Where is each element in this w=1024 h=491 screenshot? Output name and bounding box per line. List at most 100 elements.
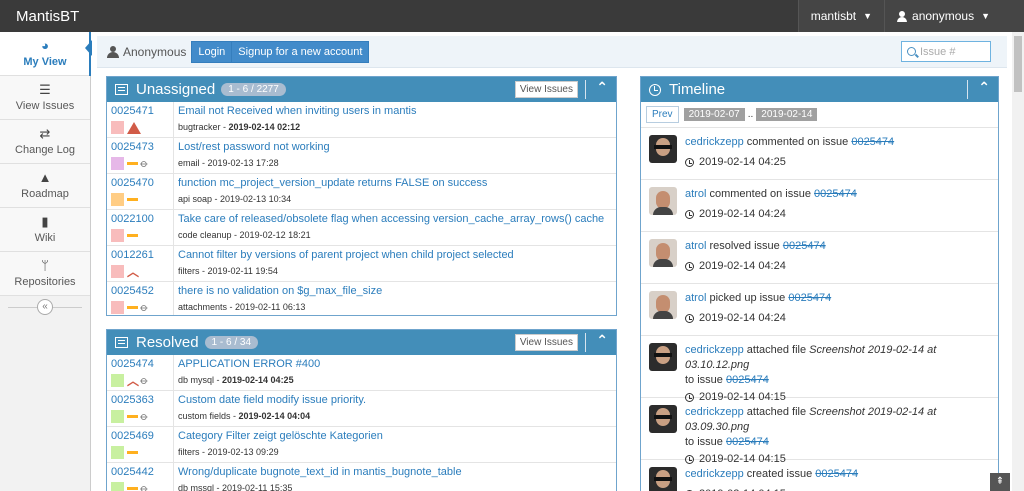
timeline-user-link[interactable]: cedrickzepp	[685, 136, 744, 148]
chevron-up-icon[interactable]: ⌃	[596, 79, 608, 96]
timeline-action: commented on issue	[746, 136, 849, 148]
timeline-issue-link[interactable]: 0025474	[851, 136, 894, 148]
page-scrollbar[interactable]	[1012, 32, 1024, 491]
timeline-body: cedrickzepp commented on issue 0025474 20…	[685, 135, 894, 179]
issue-id-cell: 0025442 ⌀	[107, 463, 174, 491]
avatar[interactable]	[649, 187, 677, 215]
login-button[interactable]: Login	[191, 40, 233, 63]
view-issues-button[interactable]: View Issues	[514, 81, 578, 98]
sidebar-item-change-log[interactable]: ⇄ Change Log	[0, 120, 90, 164]
timeline-issue-link[interactable]: 0025474	[783, 240, 826, 252]
issue-id-link[interactable]: 0025442	[111, 466, 173, 480]
issue-summary-link[interactable]: there is no validation on $g_max_file_si…	[178, 285, 616, 300]
timeline-body: cedrickzepp attached file Screenshot 201…	[685, 343, 998, 403]
prev-button[interactable]: Prev	[646, 106, 679, 123]
timeline-text: cedrickzepp attached file Screenshot 201…	[685, 343, 998, 388]
scrollbar-thumb[interactable]	[1014, 36, 1022, 92]
timeline-user-link[interactable]: atrol	[685, 292, 706, 304]
user-icon	[897, 11, 908, 22]
issue-icons	[111, 119, 173, 136]
timeline-timestamp: 2019-02-14 04:24	[699, 208, 786, 220]
issue-id-link[interactable]: 0025471	[111, 105, 173, 119]
paperclip-icon: ⌀	[137, 374, 151, 388]
issue-icons	[111, 227, 173, 244]
sidebar-item-wiki[interactable]: ▮ Wiki	[0, 208, 90, 252]
chevron-up-icon[interactable]: ⌃	[596, 332, 608, 349]
timeline-user-link[interactable]: cedrickzepp	[685, 468, 744, 480]
scroll-to-top-button[interactable]: ⇞	[990, 473, 1010, 491]
timeline-time: 2019-02-14 04:15	[685, 391, 998, 403]
timeline-issue-link[interactable]: 0025474	[726, 374, 769, 386]
avatar[interactable]	[649, 405, 677, 433]
issue-summary-link[interactable]: Wrong/duplicate bugnote_text_id in manti…	[178, 466, 616, 481]
issue-summary-link[interactable]: Custom date field modify issue priority.	[178, 394, 616, 409]
timeline-issue-link[interactable]: 0025474	[788, 292, 831, 304]
avatar[interactable]	[649, 135, 677, 163]
issue-summary-link[interactable]: APPLICATION ERROR #400	[178, 358, 616, 373]
signup-button[interactable]: Signup for a new account	[232, 40, 370, 63]
issue-summary-link[interactable]: Lost/rest password not working	[178, 141, 616, 156]
timeline-user-link[interactable]: atrol	[685, 188, 706, 200]
sidebar-item-repositories[interactable]: ᛘ Repositories	[0, 252, 90, 296]
timeline-issue-link[interactable]: 0025474	[814, 188, 857, 200]
issue-summary-link[interactable]: Cannot filter by versions of parent proj…	[178, 249, 616, 264]
timeline-body: atrol commented on issue 0025474 2019-02-…	[685, 187, 857, 231]
sidebar-item-roadmap[interactable]: ▲ Roadmap	[0, 164, 90, 208]
issue-icons: ⌀	[111, 480, 173, 491]
issue-id-link[interactable]: 0025470	[111, 177, 173, 191]
avatar[interactable]	[649, 239, 677, 267]
view-issues-button[interactable]: View Issues	[514, 334, 578, 351]
widget-title[interactable]: Unassigned	[136, 81, 215, 98]
issue-search-input[interactable]: Issue #	[901, 41, 991, 62]
timeline-user-link[interactable]: cedrickzepp	[685, 344, 744, 356]
avatar[interactable]	[649, 343, 677, 371]
issue-row: 0025473 ⌀ Lost/rest password not working em…	[107, 138, 616, 174]
avatar[interactable]	[649, 291, 677, 319]
issue-summary-link[interactable]: Email not Received when inviting users i…	[178, 105, 616, 120]
timeline-text: cedrickzepp created issue 0025474	[685, 467, 858, 482]
issue-id-link[interactable]: 0012261	[111, 249, 173, 263]
issue-summary-link[interactable]: Category Filter zeigt gelöschte Kategori…	[178, 430, 616, 445]
minus-icon	[127, 487, 138, 490]
issue-id-link[interactable]: 0025452	[111, 285, 173, 299]
double-chevron-left-icon[interactable]: «	[37, 299, 53, 315]
sidebar-item-label: Repositories	[14, 276, 76, 288]
widget-title[interactable]: Resolved	[136, 334, 199, 351]
chevron-up-icon[interactable]: ⌃	[978, 79, 990, 96]
timeline-user-link[interactable]: atrol	[685, 240, 706, 252]
project-selector[interactable]: mantisbt ▼	[797, 0, 885, 32]
issue-details: Take care of released/obsolete flag when…	[174, 210, 616, 245]
timeline-entry: cedrickzepp attached file Screenshot 201…	[641, 398, 998, 465]
sidebar-item-my-view[interactable]: ◕ My View	[0, 32, 91, 76]
sidebar-collapse: «	[0, 296, 90, 318]
issue-id-link[interactable]: 0025363	[111, 394, 173, 408]
issue-date: 2019-02-13 09:29	[207, 447, 279, 457]
issue-meta: bugtracker - 2019-02-14 02:12	[178, 122, 301, 132]
divider	[967, 80, 968, 99]
issue-category: db mysql	[178, 375, 215, 385]
issue-summary-link[interactable]: function mc_project_version_update retur…	[178, 177, 616, 192]
issue-id-link[interactable]: 0025469	[111, 430, 173, 444]
issue-id-link[interactable]: 0025474	[111, 358, 173, 372]
timeline-action: picked up issue	[709, 292, 786, 304]
timeline-issue-link[interactable]: 0025474	[726, 436, 769, 448]
timeline-issue-link[interactable]: 0025474	[815, 468, 858, 480]
issue-summary-link[interactable]: Take care of released/obsolete flag when…	[178, 213, 616, 228]
issue-id-link[interactable]: 0025473	[111, 141, 173, 155]
avatar[interactable]	[649, 467, 677, 491]
timeline-user-link[interactable]: cedrickzepp	[685, 406, 744, 418]
clock-icon	[685, 261, 694, 271]
timeline-time: 2019-02-14 04:25	[685, 156, 894, 168]
clock-icon	[685, 392, 694, 402]
chevron-up-icon: ︿	[127, 373, 140, 388]
issue-date: 2019-02-13 10:34	[220, 194, 292, 204]
sidebar-item-view-issues[interactable]: ☰ View Issues	[0, 76, 90, 120]
brand-logo[interactable]: MantisBT	[0, 8, 798, 25]
status-color-box	[111, 410, 124, 423]
issue-category: db mssql	[178, 483, 215, 491]
search-icon	[907, 47, 916, 56]
user-menu[interactable]: anonymous ▼	[884, 0, 1024, 32]
issue-icons	[111, 444, 173, 461]
issue-id-link[interactable]: 0022100	[111, 213, 173, 227]
sidebar-item-label: Roadmap	[21, 188, 69, 200]
